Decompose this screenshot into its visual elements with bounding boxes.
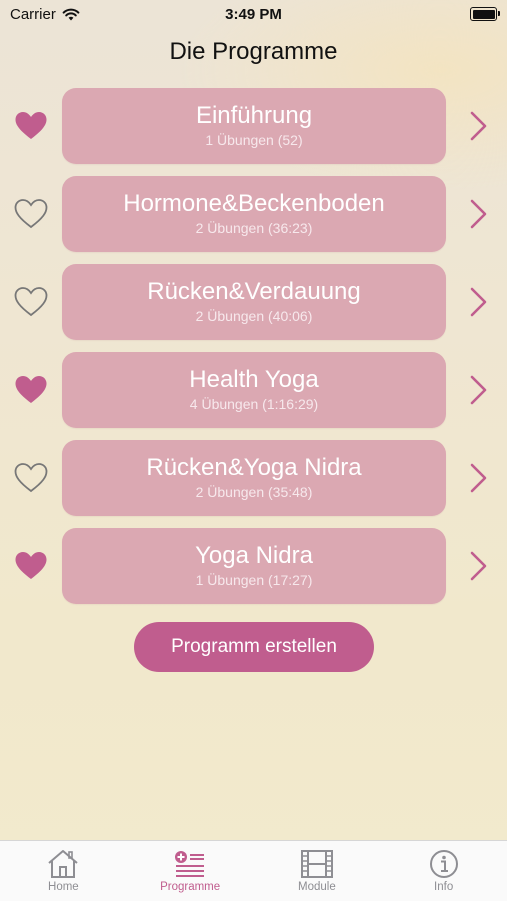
program-subtitle: 1 Übungen (52)	[205, 132, 303, 148]
tab-label: Programme	[160, 881, 221, 893]
tab-programme[interactable]: Programme	[127, 841, 254, 901]
status-bar: Carrier 3:49 PM	[0, 0, 507, 28]
program-card[interactable]: Yoga Nidra 1 Übungen (17:27)	[62, 528, 446, 604]
clock: 3:49 PM	[225, 6, 282, 23]
program-row: Hormone&Beckenboden 2 Übungen (36:23)	[0, 176, 507, 252]
tab-bar: Home Programme Module Info	[0, 840, 507, 901]
program-title: Hormone&Beckenboden	[123, 190, 385, 217]
program-card[interactable]: Rücken&Yoga Nidra 2 Übungen (35:48)	[62, 440, 446, 516]
battery-icon	[470, 7, 500, 21]
create-program-button[interactable]: Programm erstellen	[134, 622, 374, 672]
program-subtitle: 2 Übungen (36:23)	[195, 220, 313, 236]
program-list: Einführung 1 Übungen (52) Hormone&Beckenbo…	[0, 88, 507, 616]
program-list-icon	[127, 849, 254, 879]
heart-filled-icon[interactable]	[14, 550, 48, 582]
heart-outline-icon[interactable]	[14, 198, 48, 230]
film-icon	[254, 849, 381, 879]
program-card[interactable]: Health Yoga 4 Übungen (1:16:29)	[62, 352, 446, 428]
program-subtitle: 4 Übungen (1:16:29)	[189, 396, 319, 412]
program-title: Rücken&Yoga Nidra	[146, 454, 362, 481]
program-subtitle: 1 Übungen (17:27)	[195, 572, 313, 588]
program-title: Rücken&Verdauung	[147, 278, 361, 305]
tab-label: Home	[48, 881, 79, 893]
program-card[interactable]: Hormone&Beckenboden 2 Übungen (36:23)	[62, 176, 446, 252]
chevron-right-icon[interactable]	[468, 286, 490, 318]
chevron-right-icon[interactable]	[468, 198, 490, 230]
program-row: Rücken&Verdauung 2 Übungen (40:06)	[0, 264, 507, 340]
chevron-right-icon[interactable]	[468, 110, 490, 142]
program-subtitle: 2 Übungen (35:48)	[195, 484, 313, 500]
program-title: Yoga Nidra	[195, 542, 313, 569]
program-row: Yoga Nidra 1 Übungen (17:27)	[0, 528, 507, 604]
program-subtitle: 2 Übungen (40:06)	[195, 308, 313, 324]
program-row: Einführung 1 Übungen (52)	[0, 88, 507, 164]
page-title: Die Programme	[169, 38, 338, 65]
heart-outline-icon[interactable]	[14, 462, 48, 494]
tab-module[interactable]: Module	[254, 841, 381, 901]
heart-outline-icon[interactable]	[14, 286, 48, 318]
heart-filled-icon[interactable]	[14, 374, 48, 406]
home-icon	[0, 849, 127, 879]
chevron-right-icon[interactable]	[468, 374, 490, 406]
heart-filled-icon[interactable]	[14, 110, 48, 142]
tab-home[interactable]: Home	[0, 841, 127, 901]
program-title: Einführung	[195, 102, 313, 129]
info-icon	[380, 849, 507, 879]
tab-label: Module	[298, 881, 336, 893]
chevron-right-icon[interactable]	[468, 550, 490, 582]
tab-info[interactable]: Info	[380, 841, 507, 901]
program-row: Health Yoga 4 Übungen (1:16:29)	[0, 352, 507, 428]
tab-label: Info	[434, 881, 454, 893]
program-row: Rücken&Yoga Nidra 2 Übungen (35:48)	[0, 440, 507, 516]
program-title: Health Yoga	[189, 366, 319, 393]
chevron-right-icon[interactable]	[468, 462, 490, 494]
program-card[interactable]: Einführung 1 Übungen (52)	[62, 88, 446, 164]
program-card[interactable]: Rücken&Verdauung 2 Übungen (40:06)	[62, 264, 446, 340]
